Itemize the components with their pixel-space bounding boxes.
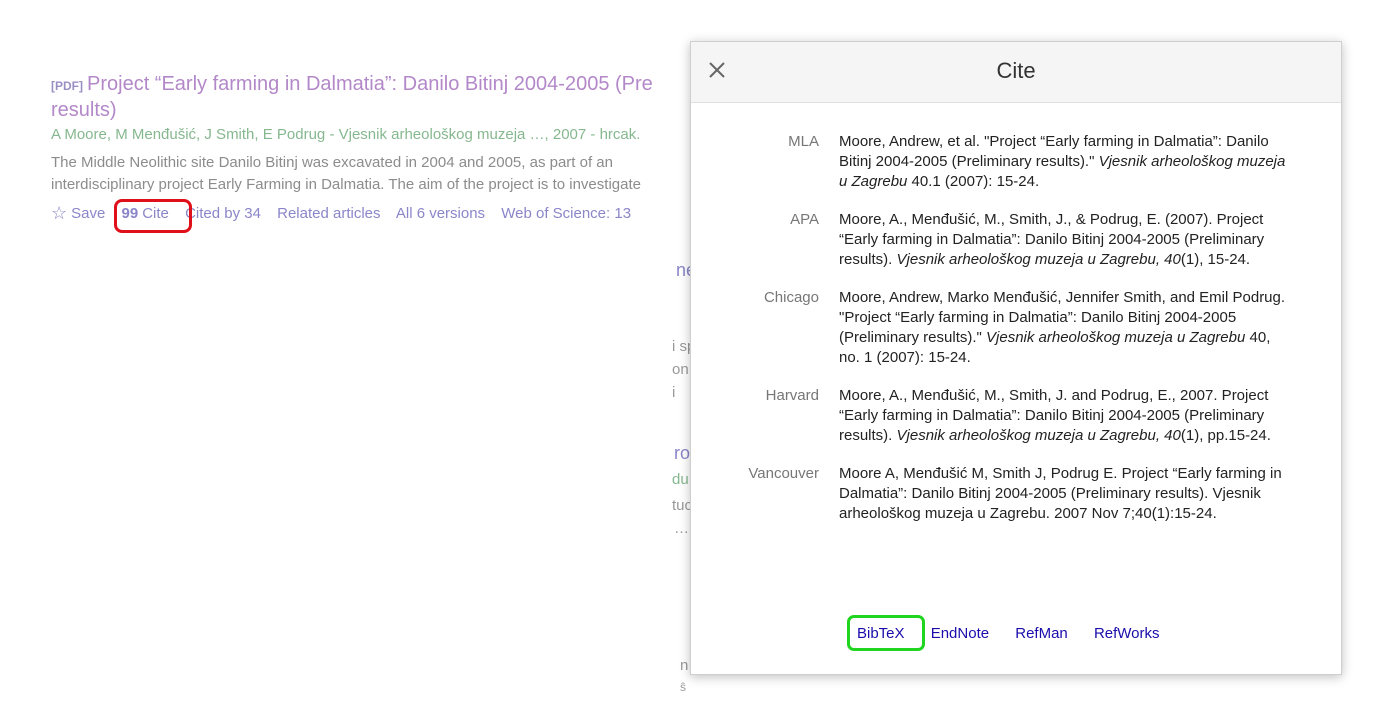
web-of-science-link[interactable]: Web of Science: 13 xyxy=(501,205,631,222)
citation-row-chicago: Chicago Moore, Andrew, Marko Menđušić, J… xyxy=(731,288,1291,368)
bg-fragment: tuc xyxy=(672,497,693,514)
cite-label: Cite xyxy=(142,205,169,222)
citation-text[interactable]: Moore A, Menđušić M, Smith J, Podrug E. … xyxy=(839,464,1287,524)
all-versions-link[interactable]: All 6 versions xyxy=(396,205,485,222)
citation-text[interactable]: Moore, Andrew, Marko Menđušić, Jennifer … xyxy=(839,288,1287,368)
result-title-link[interactable]: [PDF] Project “Early farming in Dalmatia”… xyxy=(51,72,711,122)
refman-link[interactable]: RefMan xyxy=(1015,625,1068,642)
bg-fragment: i xyxy=(672,384,676,401)
snippet-line-2: interdisciplinary project Early Farming … xyxy=(51,176,641,193)
bibtex-link[interactable]: BibTeX xyxy=(847,615,925,651)
bg-fragment: ŝ xyxy=(680,680,686,694)
cited-by-link[interactable]: Cited by 34 xyxy=(185,205,261,222)
citation-format: Chicago xyxy=(763,289,819,306)
citation-format: APA xyxy=(790,211,819,228)
save-button[interactable]: ☆ Save xyxy=(51,203,106,223)
bg-fragment: … xyxy=(674,520,689,537)
result-actions: ☆ Save 99 Cite Cited by 34 Related article… xyxy=(51,199,643,233)
pdf-tag: [PDF] xyxy=(51,79,83,93)
citation-list: MLA Moore, Andrew, et al. "Project “Earl… xyxy=(731,132,1291,542)
bg-fragment: du xyxy=(672,471,689,488)
bg-fragment: ro xyxy=(674,443,691,463)
dialog-title: Cite xyxy=(996,58,1036,83)
endnote-link[interactable]: EndNote xyxy=(931,625,989,642)
citation-format: Vancouver xyxy=(748,465,819,482)
result-authors: A Moore, M Menđušić, J Smith, E Podrug -… xyxy=(51,126,641,143)
search-result: [PDF] Project “Early farming in Dalmatia”… xyxy=(51,72,711,122)
citation-row-mla: MLA Moore, Andrew, et al. "Project “Earl… xyxy=(731,132,1291,192)
result-title-line2[interactable]: results) xyxy=(51,99,117,121)
bg-fragment: n xyxy=(680,657,689,674)
result-snippet: The Middle Neolithic site Danilo Bitinj … xyxy=(51,152,701,196)
cite-button[interactable]: 99 Cite xyxy=(113,199,192,233)
citation-format: Harvard xyxy=(765,387,819,404)
dialog-header: Cite xyxy=(691,42,1341,103)
star-icon: ☆ xyxy=(51,203,68,223)
citation-text[interactable]: Moore, Andrew, et al. "Project “Early fa… xyxy=(839,132,1287,192)
citation-row-vancouver: Vancouver Moore A, Menđušić M, Smith J, … xyxy=(731,464,1291,524)
snippet-line-1: The Middle Neolithic site Danilo Bitinj … xyxy=(51,154,613,171)
citation-row-harvard: Harvard Moore, A., Menđušić, M., Smith, … xyxy=(731,386,1291,446)
result-title-line1[interactable]: Project “Early farming in Dalmatia”: Dan… xyxy=(87,73,653,95)
quote-icon: 99 xyxy=(121,205,139,222)
citation-format: MLA xyxy=(788,133,819,150)
refworks-link[interactable]: RefWorks xyxy=(1094,625,1160,642)
citation-text[interactable]: Moore, A., Menđušić, M., Smith, J. and P… xyxy=(839,386,1287,446)
related-articles-link[interactable]: Related articles xyxy=(277,205,380,222)
export-links: BibTeX EndNote RefMan RefWorks xyxy=(847,615,1182,651)
bg-fragment: on xyxy=(672,361,689,378)
cite-dialog: Cite MLA Moore, Andrew, et al. "Project … xyxy=(690,41,1342,675)
save-label: Save xyxy=(71,205,106,222)
citation-row-apa: APA Moore, A., Menđušić, M., Smith, J., … xyxy=(731,210,1291,270)
citation-text[interactable]: Moore, A., Menđušić, M., Smith, J., & Po… xyxy=(839,210,1287,270)
